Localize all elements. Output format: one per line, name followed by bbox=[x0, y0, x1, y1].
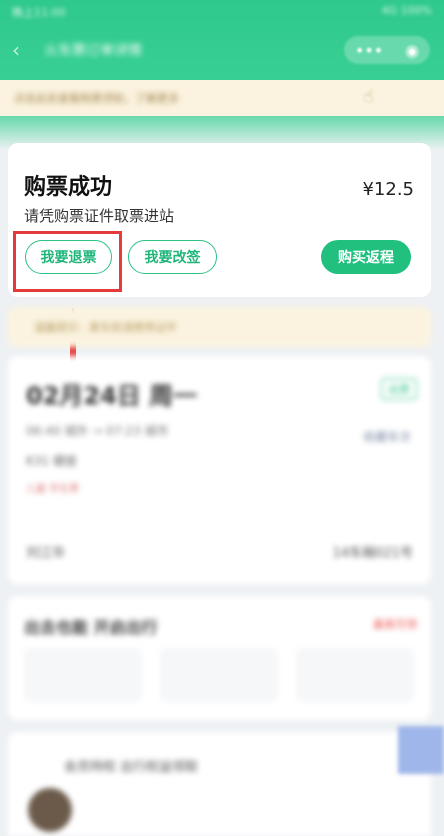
favorite-link[interactable]: 收藏车次 bbox=[363, 428, 411, 445]
mini-program-capsule[interactable]: ••• ◉ bbox=[344, 36, 430, 64]
page-title: 火车票订单详情 bbox=[44, 43, 142, 59]
side-floating-tab[interactable] bbox=[398, 726, 444, 774]
notice-bar[interactable]: 点击此处查看购票须知，了解更多 ☝ bbox=[0, 80, 444, 116]
promo-tile[interactable] bbox=[160, 648, 278, 702]
nav-bar: ‹ 火车票订单详情 ••• ◉ bbox=[0, 30, 444, 70]
train-info: K31 硬座 bbox=[26, 454, 77, 468]
tip-strip: 温馨提示：乘车前请携带证件 bbox=[8, 307, 431, 347]
change-ticket-button[interactable]: 我要改签 bbox=[128, 240, 217, 274]
promo-tag: 最高可领 bbox=[373, 618, 417, 631]
header-background bbox=[0, 0, 444, 150]
trip-date: 02月24日 周一 bbox=[26, 382, 198, 410]
status-badge: 出票 bbox=[381, 378, 417, 400]
member-card[interactable]: 会员特权 出行权益领取 bbox=[8, 732, 431, 836]
ticket-tags: 儿童 学生票 bbox=[26, 484, 80, 495]
more-icon[interactable]: ••• bbox=[355, 41, 383, 60]
chevron-left-icon[interactable]: ‹ bbox=[12, 38, 36, 62]
order-subtitle: 请凭购票证件取票进站 bbox=[24, 207, 175, 225]
promo-tile[interactable] bbox=[296, 648, 414, 702]
avatar[interactable] bbox=[28, 788, 72, 832]
member-title: 会员特权 出行权益领取 bbox=[64, 760, 199, 775]
promo-tile[interactable] bbox=[24, 648, 142, 702]
close-circle-icon[interactable]: ◉ bbox=[405, 41, 419, 60]
trip-time-line: 06:40 城外 → 07:23 城市 bbox=[26, 424, 169, 438]
watermark: Baidu 经验 bbox=[304, 794, 416, 818]
order-price: ¥12.5 bbox=[362, 179, 414, 200]
highlight-box bbox=[13, 231, 122, 292]
status-time: 晚上11:00 bbox=[12, 6, 66, 19]
trip-card[interactable]: 02月24日 周一 出票 06:40 城外 → 07:23 城市 收藏车次 K3… bbox=[8, 356, 431, 584]
buy-return-button[interactable]: 购买返程 bbox=[321, 240, 411, 274]
seat-number: 14车厢021号 bbox=[332, 546, 413, 561]
status-bar: 晚上11:00 4G 100% bbox=[0, 0, 444, 22]
notice-text: 点击此处查看购票须知，了解更多 bbox=[14, 92, 179, 105]
passenger-name: 刘江华 bbox=[26, 546, 66, 561]
status-indicators: 4G 100% bbox=[381, 4, 432, 17]
promo-card[interactable]: 出去也能 开启出行 最高可领 bbox=[8, 596, 431, 720]
order-status-title: 购票成功 bbox=[24, 175, 113, 200]
hand-pointer-icon: ☝ bbox=[363, 86, 374, 107]
promo-title: 出去也能 开启出行 bbox=[24, 618, 158, 637]
